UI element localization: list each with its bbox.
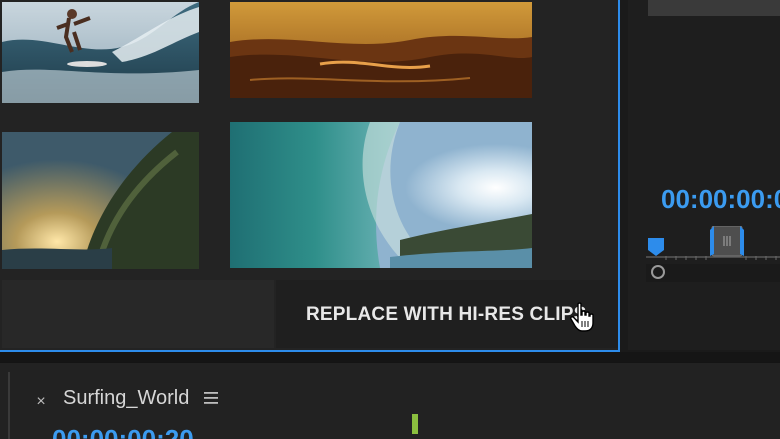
timeline-playhead-marker[interactable]: [412, 414, 418, 434]
replace-with-hi-res-clips-button[interactable]: REPLACE WITH HI-RES CLIPS: [306, 300, 587, 330]
panel-divider[interactable]: [0, 352, 780, 362]
surfer-image: [2, 2, 199, 103]
panel-edge: [8, 372, 10, 439]
program-monitor-timecode[interactable]: 00:00:00:00: [661, 184, 780, 215]
panel-footer-spacer: [2, 280, 274, 348]
program-monitor-ruler[interactable]: [646, 226, 780, 282]
program-monitor-panel: [628, 0, 780, 350]
clip-thumbnail-sunset-waves[interactable]: [230, 2, 532, 98]
clip-thumbnail-surfer[interactable]: [2, 2, 199, 103]
program-monitor-preview: [648, 0, 780, 16]
clip-thumbnail-dusk-wave[interactable]: [2, 132, 199, 269]
dusk-wave-image: [2, 132, 199, 269]
barrel-wave-image: [230, 122, 532, 268]
clip-thumbnail-barrel-wave[interactable]: [230, 122, 532, 268]
hand-pointer-icon: [570, 302, 596, 332]
sequence-tab-surfing-world[interactable]: Surfing_World: [63, 387, 189, 410]
close-icon[interactable]: ×: [33, 392, 49, 412]
timeline-timecode[interactable]: 00:00:00:20: [52, 424, 194, 439]
hamburger-menu-icon[interactable]: [203, 390, 219, 406]
editor-workspace: REPLACE WITH HI-RES CLIPS 00:00:00:00: [0, 0, 780, 439]
sunset-waves-image: [230, 2, 532, 98]
playhead-marker-icon: [648, 238, 664, 256]
